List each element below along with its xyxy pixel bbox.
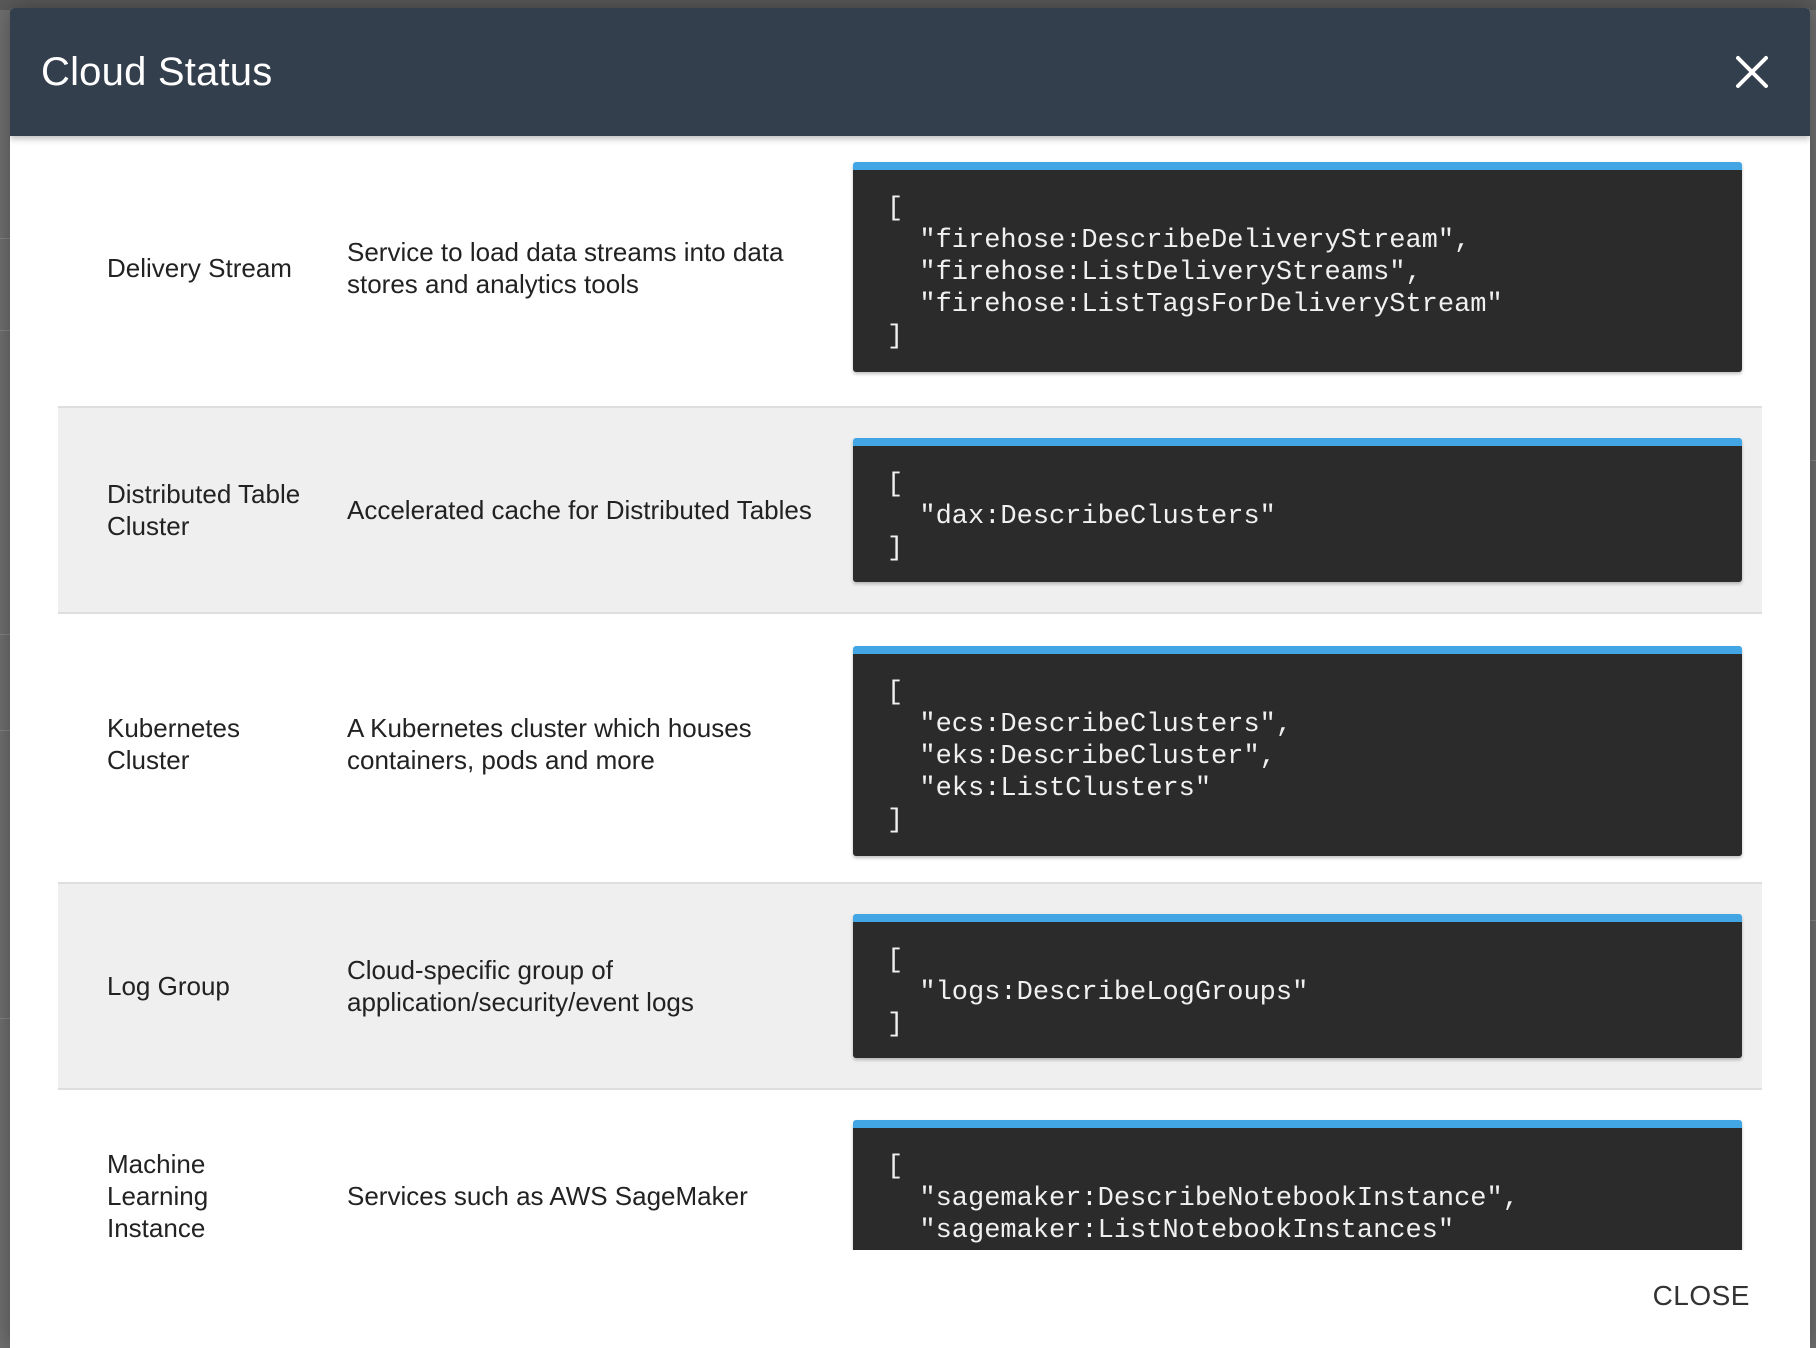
close-icon[interactable] (1730, 50, 1774, 94)
resource-name: Kubernetes Cluster (107, 713, 240, 775)
table-row: Kubernetes Cluster A Kubernetes cluster … (58, 614, 1762, 884)
modal-header: Cloud Status (10, 8, 1810, 136)
code-line: "firehose:ListDeliveryStreams", (887, 258, 1422, 288)
code-line: "eks:DescribeCluster", (887, 742, 1276, 772)
permissions-code-block: [ "sagemaker:DescribeNotebookInstance", … (853, 1120, 1742, 1250)
resource-name: Log Group (107, 971, 230, 1001)
cloud-status-modal: Cloud Status Delivery Stream Service to … (10, 8, 1810, 1348)
permissions-table[interactable]: Delivery Stream Service to load data str… (58, 138, 1762, 1250)
resource-description: A Kubernetes cluster which houses contai… (347, 713, 752, 775)
modal-title: Cloud Status (41, 50, 273, 94)
code-line: ] (887, 1010, 904, 1040)
permissions-code-block: [ "dax:DescribeClusters" ] (853, 438, 1742, 582)
permissions-code-block: [ "ecs:DescribeClusters", "eks:DescribeC… (853, 646, 1742, 856)
resource-name: Distributed Table Cluster (107, 479, 301, 541)
resource-description: Service to load data streams into data s… (347, 237, 784, 299)
code-line: "logs:DescribeLogGroups" (887, 978, 1309, 1008)
code-line: "ecs:DescribeClusters", (887, 710, 1293, 740)
permissions-code-block: [ "logs:DescribeLogGroups" ] (853, 914, 1742, 1058)
table-row: Distributed Table Cluster Accelerated ca… (58, 408, 1762, 614)
resource-name: Delivery Stream (107, 253, 292, 283)
code-line: "eks:ListClusters" (887, 774, 1212, 804)
code-line: "dax:DescribeClusters" (887, 502, 1276, 532)
close-button[interactable]: CLOSE (1653, 1280, 1750, 1312)
code-line: "sagemaker:ListNotebookInstances" (887, 1216, 1455, 1246)
resource-description: Cloud-specific group of application/secu… (347, 955, 694, 1017)
code-line: [ (887, 678, 904, 708)
code-line: [ (887, 1152, 904, 1182)
resource-description: Accelerated cache for Distributed Tables (347, 495, 812, 525)
code-line: "firehose:ListTagsForDeliveryStream" (887, 290, 1503, 320)
code-line: ] (887, 322, 904, 352)
table-row: Delivery Stream Service to load data str… (58, 138, 1762, 408)
code-line: "firehose:DescribeDeliveryStream", (887, 226, 1471, 256)
code-line: [ (887, 470, 904, 500)
code-line: "sagemaker:DescribeNotebookInstance", (887, 1184, 1519, 1214)
table-row: Log Group Cloud-specific group of applic… (58, 884, 1762, 1090)
modal-footer: CLOSE (10, 1252, 1810, 1348)
code-line: ] (887, 534, 904, 564)
permissions-code-block: [ "firehose:DescribeDeliveryStream", "fi… (853, 162, 1742, 372)
resource-description: Services such as AWS SageMaker (347, 1181, 748, 1211)
table-row: Machine Learning Instance Services such … (58, 1090, 1762, 1250)
code-line: [ (887, 194, 904, 224)
resource-name: Machine Learning Instance (107, 1149, 209, 1243)
code-line: ] (887, 806, 904, 836)
code-line: [ (887, 946, 904, 976)
